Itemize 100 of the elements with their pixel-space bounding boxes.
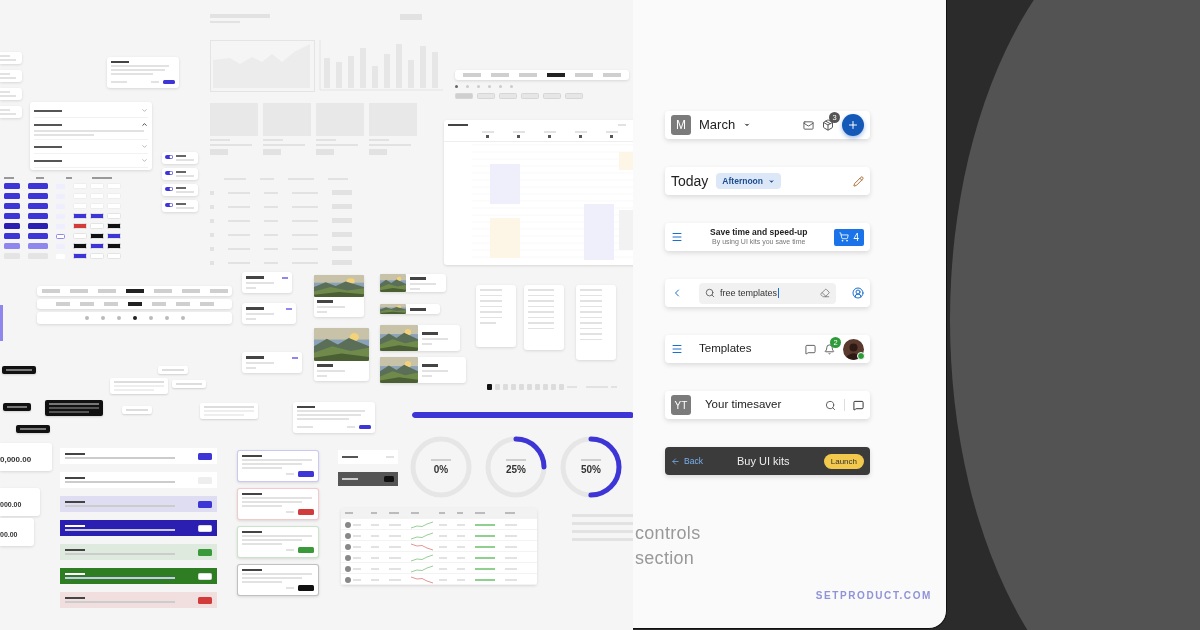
page-button[interactable] [487, 384, 492, 390]
split-button[interactable] [28, 213, 48, 219]
mail-icon[interactable] [803, 119, 814, 131]
search-icon [705, 288, 715, 298]
tooltip [110, 378, 168, 394]
update-button[interactable] [198, 572, 212, 580]
period-dropdown[interactable]: Afternoon [716, 173, 781, 189]
caret-icon [767, 177, 775, 185]
toggle-switch[interactable] [165, 203, 173, 207]
avatar[interactable] [843, 338, 864, 360]
amount-value: 0,000.00 [0, 455, 32, 464]
back-button[interactable]: Back [671, 456, 703, 466]
menu-icon[interactable] [671, 231, 683, 243]
chevron-icon[interactable] [141, 121, 148, 128]
chip[interactable] [521, 93, 539, 99]
chip[interactable] [543, 93, 561, 99]
avatar: M [671, 115, 691, 135]
tooltip [200, 403, 258, 419]
page-button[interactable] [527, 384, 532, 390]
progress-ring [559, 435, 623, 499]
page-button[interactable] [543, 384, 548, 390]
dot-icon [488, 85, 491, 88]
split-button[interactable] [28, 223, 48, 229]
button[interactable] [73, 213, 87, 219]
add-button[interactable] [842, 114, 864, 136]
card [242, 352, 302, 373]
dropdown-menu [524, 285, 564, 350]
page-button[interactable] [551, 384, 556, 390]
percent-value: 0% [433, 463, 449, 476]
tooltip [16, 425, 50, 433]
page-button[interactable] [511, 384, 516, 390]
button[interactable] [73, 243, 87, 249]
button[interactable] [107, 223, 121, 229]
toggle-switch[interactable] [165, 171, 173, 175]
caret-icon[interactable] [743, 121, 752, 129]
message-icon[interactable] [853, 399, 864, 411]
continue-button[interactable] [298, 547, 314, 553]
update-button[interactable] [198, 452, 212, 460]
undo-button[interactable] [384, 476, 394, 482]
arrow-icon [671, 456, 680, 466]
dot-icon [499, 85, 502, 88]
page-button[interactable] [519, 384, 524, 390]
launch-button[interactable]: Launch [823, 453, 864, 469]
page-button[interactable] [535, 384, 540, 390]
dot-icon [477, 85, 480, 88]
user-icon[interactable] [852, 287, 864, 299]
tab[interactable] [125, 289, 144, 293]
chip[interactable] [477, 93, 495, 99]
toggle-switch[interactable] [165, 187, 173, 191]
page-button[interactable] [503, 384, 508, 390]
search-icon[interactable] [825, 399, 836, 411]
page-button[interactable] [495, 384, 500, 390]
toggle-switch[interactable] [165, 155, 173, 159]
tab[interactable] [127, 302, 142, 306]
chip[interactable] [565, 93, 583, 99]
split-button[interactable] [28, 183, 48, 189]
tab-icon[interactable] [132, 316, 137, 320]
update-button[interactable] [198, 500, 212, 508]
accent-bar [0, 305, 3, 341]
button[interactable] [107, 243, 121, 249]
chip[interactable] [499, 93, 517, 99]
button[interactable] [107, 233, 121, 239]
tooltip [158, 366, 188, 374]
message-icon[interactable] [805, 343, 816, 355]
page-button[interactable] [559, 384, 564, 390]
button[interactable] [90, 213, 104, 219]
plus-icon [847, 119, 859, 131]
button[interactable] [73, 253, 87, 259]
continue-button[interactable] [359, 425, 371, 429]
percent-value: 25% [506, 463, 526, 476]
chip[interactable] [455, 93, 473, 99]
continue-button[interactable] [298, 585, 314, 591]
toast [338, 450, 398, 464]
section-caption: section [635, 547, 696, 569]
button[interactable] [90, 233, 104, 239]
button[interactable] [90, 243, 104, 249]
card [242, 303, 296, 324]
split-button[interactable] [28, 233, 48, 239]
cart-icon [839, 232, 850, 242]
progress-ring [484, 435, 548, 499]
continue-button[interactable] [298, 471, 314, 477]
eraser-icon[interactable] [820, 288, 830, 298]
pencil-icon[interactable] [853, 175, 864, 187]
bar-title: Templates [699, 342, 752, 356]
dot-icon [455, 85, 458, 88]
box-icon[interactable] [822, 119, 834, 131]
continue-button[interactable] [163, 80, 175, 84]
search-field[interactable]: free templates [699, 282, 836, 304]
trend-sparkline [411, 565, 433, 573]
cart-button[interactable]: 4 [834, 228, 864, 246]
split-button[interactable] [28, 203, 48, 209]
text-wireframe [572, 514, 633, 541]
update-button[interactable] [198, 524, 212, 532]
split-button[interactable] [28, 193, 48, 199]
bar-title: Your timesaver [705, 398, 782, 412]
tooltip [45, 400, 103, 416]
bell-icon[interactable] [824, 343, 835, 355]
menu-icon[interactable] [671, 343, 683, 355]
continue-button[interactable] [298, 509, 314, 515]
split-button[interactable] [28, 243, 48, 249]
